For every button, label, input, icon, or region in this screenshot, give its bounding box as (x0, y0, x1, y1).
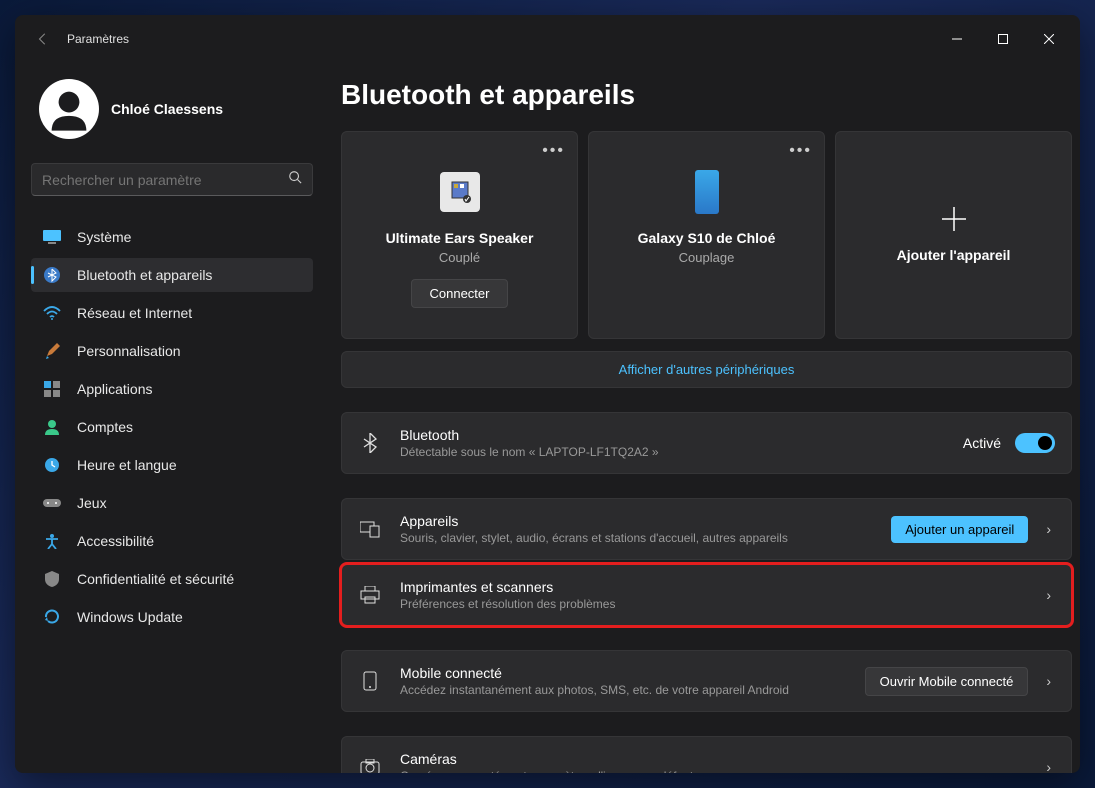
bluetooth-icon (358, 433, 382, 453)
add-device-button[interactable]: Ajouter un appareil (891, 516, 1028, 543)
card-more-button[interactable]: ••• (789, 142, 812, 160)
row-title: Bluetooth (400, 427, 945, 443)
nav-update[interactable]: Windows Update (31, 600, 313, 634)
nav-system[interactable]: Système (31, 220, 313, 254)
nav-accounts[interactable]: Comptes (31, 410, 313, 444)
camera-icon (358, 759, 382, 773)
user-block[interactable]: Chloé Claessens (31, 71, 325, 155)
row-title: Appareils (400, 513, 873, 529)
device-status: Couplé (439, 250, 480, 265)
gamepad-icon (43, 494, 61, 512)
printers-row[interactable]: Imprimantes et scanners Préférences et r… (341, 564, 1072, 626)
sidebar: Chloé Claessens Système Bluetooth et app… (15, 63, 325, 773)
maximize-button[interactable] (980, 23, 1026, 55)
toggle-state-label: Activé (963, 435, 1001, 451)
clock-icon (43, 456, 61, 474)
nav-label: Applications (77, 381, 153, 397)
show-more-devices[interactable]: Afficher d'autres périphériques (341, 351, 1072, 388)
phone-icon (685, 166, 729, 218)
nav-label: Jeux (77, 495, 107, 511)
nav-gaming[interactable]: Jeux (31, 486, 313, 520)
chevron-right-icon: › (1042, 587, 1055, 603)
add-device-card[interactable]: Ajouter l'appareil (835, 131, 1072, 339)
nav-label: Windows Update (77, 609, 183, 625)
device-name: Galaxy S10 de Chloé (638, 230, 776, 246)
system-icon (43, 228, 61, 246)
settings-window: Paramètres Chloé Claessens (15, 15, 1080, 773)
person-icon (43, 418, 61, 436)
bluetooth-toggle-row[interactable]: Bluetooth Détectable sous le nom « LAPTO… (341, 412, 1072, 474)
chevron-right-icon: › (1042, 673, 1055, 689)
row-subtitle: Détectable sous le nom « LAPTOP-LF1TQ2A2… (400, 445, 945, 459)
nav-apps[interactable]: Applications (31, 372, 313, 406)
device-name: Ultimate Ears Speaker (386, 230, 534, 246)
row-subtitle: Caméras connectées et paramètres d'image… (400, 769, 1024, 773)
avatar (39, 79, 99, 139)
nav-label: Réseau et Internet (77, 305, 192, 321)
connect-button[interactable]: Connecter (411, 279, 509, 308)
search-input[interactable] (42, 172, 288, 188)
row-title: Mobile connecté (400, 665, 847, 681)
nav-label: Comptes (77, 419, 133, 435)
brush-icon (43, 342, 61, 360)
device-status: Couplage (679, 250, 735, 265)
nav-personalization[interactable]: Personnalisation (31, 334, 313, 368)
chevron-right-icon: › (1042, 759, 1055, 773)
search-icon (288, 170, 302, 189)
row-title: Imprimantes et scanners (400, 579, 1024, 595)
nav-time[interactable]: Heure et langue (31, 448, 313, 482)
nav-label: Heure et langue (77, 457, 177, 473)
update-icon (43, 608, 61, 626)
page-title: Bluetooth et appareils (341, 79, 1072, 111)
nav-accessibility[interactable]: Accessibilité (31, 524, 313, 558)
search-box[interactable] (31, 163, 313, 196)
nav-privacy[interactable]: Confidentialité et sécurité (31, 562, 313, 596)
nav-label: Système (77, 229, 131, 245)
device-cards: ••• Ultimate Ears Speaker Couplé Connect… (341, 131, 1072, 339)
bluetooth-icon (43, 266, 61, 284)
window-title: Paramètres (67, 32, 129, 46)
chevron-right-icon: › (1042, 521, 1055, 537)
open-mobile-button[interactable]: Ouvrir Mobile connecté (865, 667, 1029, 696)
device-card-speaker[interactable]: ••• Ultimate Ears Speaker Couplé Connect… (341, 131, 578, 339)
card-more-button[interactable]: ••• (542, 142, 565, 160)
nav-label: Bluetooth et appareils (77, 267, 212, 283)
row-subtitle: Accédez instantanément aux photos, SMS, … (400, 683, 847, 697)
apps-icon (43, 380, 61, 398)
speaker-icon (438, 166, 482, 218)
nav-network[interactable]: Réseau et Internet (31, 296, 313, 330)
nav: Système Bluetooth et appareils Réseau et… (31, 220, 325, 634)
close-button[interactable] (1026, 23, 1072, 55)
row-subtitle: Souris, clavier, stylet, audio, écrans e… (400, 531, 873, 545)
devices-row[interactable]: Appareils Souris, clavier, stylet, audio… (341, 498, 1072, 560)
titlebar: Paramètres (15, 15, 1080, 63)
plus-icon (938, 203, 970, 235)
printer-icon (358, 586, 382, 604)
bluetooth-toggle[interactable] (1015, 433, 1055, 453)
mobile-icon (358, 671, 382, 691)
add-device-label: Ajouter l'appareil (897, 247, 1011, 263)
row-subtitle: Préférences et résolution des problèmes (400, 597, 1024, 611)
main: Bluetooth et appareils ••• Ultimate Ears… (325, 63, 1080, 773)
nav-label: Accessibilité (77, 533, 154, 549)
row-title: Caméras (400, 751, 1024, 767)
content: Chloé Claessens Système Bluetooth et app… (15, 63, 1080, 773)
accessibility-icon (43, 532, 61, 550)
nav-bluetooth[interactable]: Bluetooth et appareils (31, 258, 313, 292)
mobile-row[interactable]: Mobile connecté Accédez instantanément a… (341, 650, 1072, 712)
devices-icon (358, 520, 382, 538)
cameras-row[interactable]: Caméras Caméras connectées et paramètres… (341, 736, 1072, 773)
device-card-phone[interactable]: ••• Galaxy S10 de Chloé Couplage (588, 131, 825, 339)
user-name: Chloé Claessens (111, 101, 223, 117)
minimize-button[interactable] (934, 23, 980, 55)
nav-label: Confidentialité et sécurité (77, 571, 234, 587)
shield-icon (43, 570, 61, 588)
back-button[interactable] (23, 19, 63, 59)
window-controls (934, 23, 1072, 55)
wifi-icon (43, 304, 61, 322)
nav-label: Personnalisation (77, 343, 181, 359)
